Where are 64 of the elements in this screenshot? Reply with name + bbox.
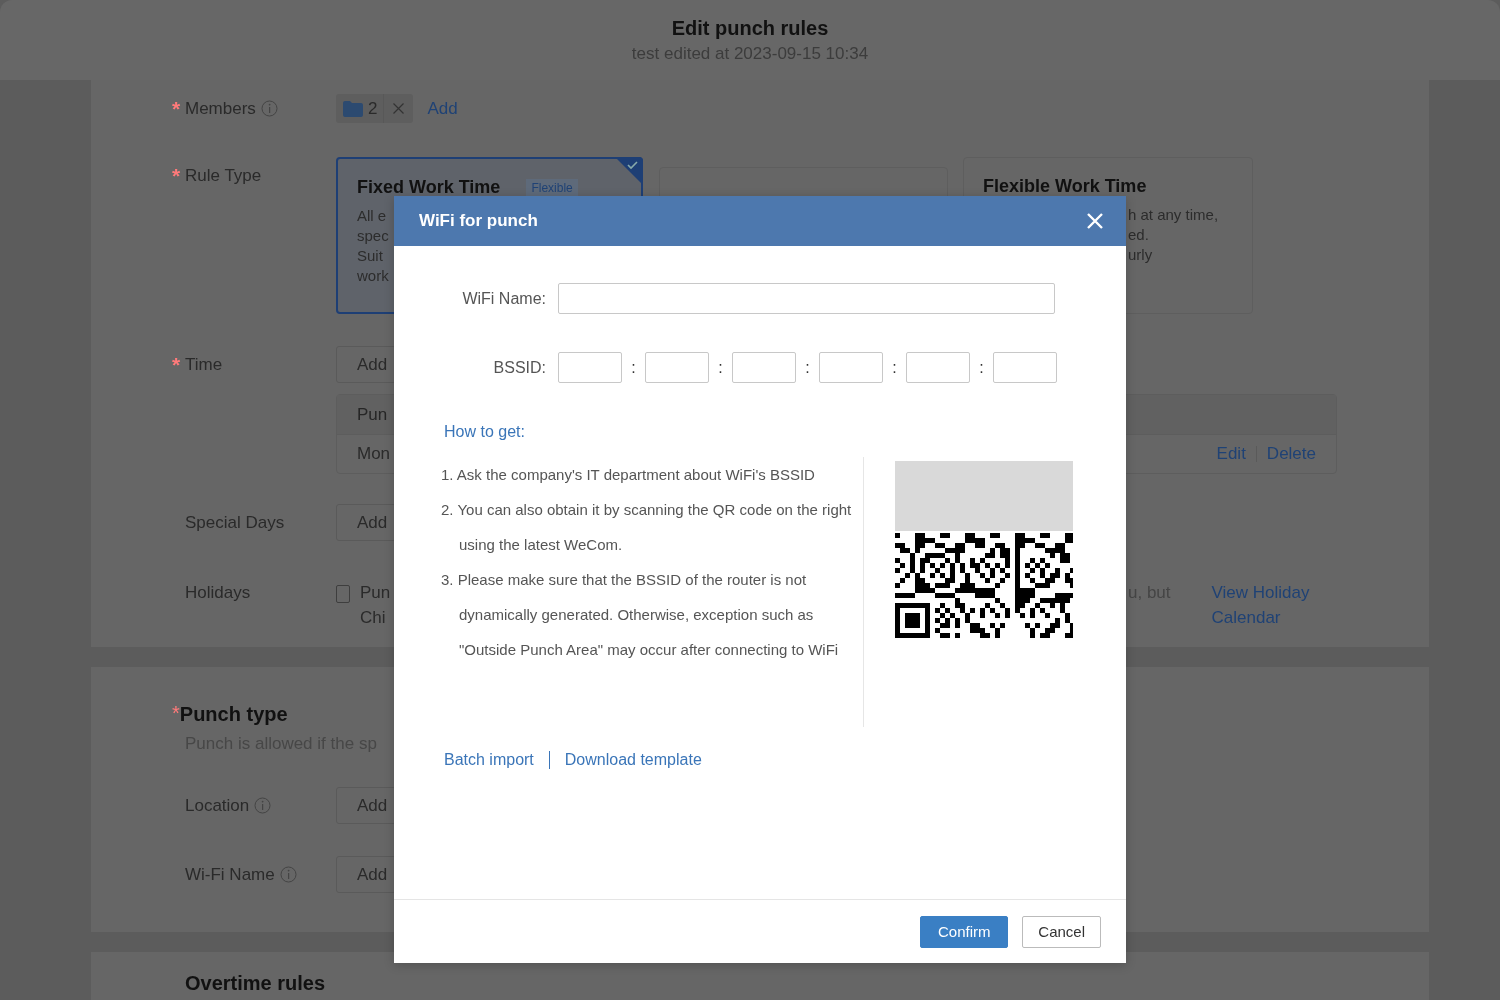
separator-text: : [804, 358, 811, 377]
separator-text: : [891, 358, 898, 377]
option-description: spec [357, 226, 389, 246]
bssid-field[interactable] [906, 352, 970, 383]
separator-text: : [717, 358, 724, 377]
add-button[interactable]: Add [336, 856, 396, 893]
option-description: work [357, 266, 389, 286]
dialog-title: WiFi for punch [419, 211, 538, 231]
field-label: Rule Type [185, 165, 262, 186]
instruction-step: 2. You can also obtain it by scanning the QR code on the right using the latest WeCom. [441, 492, 853, 562]
field-label: Holidays [185, 582, 251, 603]
option-description: Suit [357, 246, 383, 266]
separator-text: : [978, 358, 985, 377]
option-title: Flexible Work Time [983, 176, 1147, 197]
separator-text: : [630, 358, 637, 377]
wifi-name-field[interactable] [558, 283, 1055, 314]
field-label: WiFi Name: [461, 289, 547, 308]
info-icon [279, 866, 297, 883]
add-button[interactable]: Add [336, 787, 396, 824]
folder-icon [343, 100, 363, 117]
option-description: All e [357, 206, 387, 226]
info-icon [254, 797, 272, 814]
delete-link[interactable]: Delete [1266, 444, 1316, 464]
batch-import-link[interactable]: Batch import [444, 751, 534, 769]
holiday-text: Chi [360, 607, 386, 629]
instruction-step: 1. Ask the company's IT department about WiFi's BSSID [441, 457, 853, 492]
bssid-field[interactable] [645, 352, 709, 383]
field-label: Location [185, 795, 250, 816]
field-label: BSSID: [492, 358, 547, 377]
field-label: Special Days [185, 512, 285, 533]
add-link[interactable]: Add [427, 94, 458, 123]
bssid-field[interactable] [819, 352, 883, 383]
add-button[interactable]: Add [336, 346, 396, 383]
checkbox[interactable] [336, 585, 350, 603]
how-to-get-link[interactable]: How to get: [444, 423, 525, 441]
required-mark: * [172, 164, 181, 187]
field-label: Wi-Fi Name [185, 864, 275, 885]
info-icon [260, 100, 278, 117]
page-title: Edit punch rules [671, 16, 829, 40]
field-label: Time [185, 354, 223, 375]
edit-link[interactable]: Edit [1216, 444, 1246, 464]
bssid-field[interactable] [732, 352, 796, 383]
table-header: Pun [357, 404, 388, 425]
holiday-text: Pun [360, 582, 391, 604]
required-mark: * [172, 97, 181, 120]
required-mark: * [172, 353, 181, 376]
section-title: Overtime rules [184, 972, 327, 995]
section-title: Punch type [179, 703, 288, 726]
field-label: Members [185, 98, 256, 119]
bssid-field[interactable] [993, 352, 1057, 383]
option-description: h at any time, [1128, 205, 1219, 225]
option-tag: Flexible [526, 178, 578, 197]
bssid-field[interactable] [558, 352, 622, 383]
download-template-link[interactable]: Download template [564, 751, 702, 769]
confirm-button[interactable]: Confirm [920, 915, 1009, 948]
option-title: Fixed Work Time [357, 177, 501, 198]
cancel-button[interactable]: Cancel [1022, 915, 1101, 948]
required-mark: * [172, 703, 180, 726]
add-button[interactable]: Add [336, 504, 396, 541]
table-cell: Mon [357, 444, 391, 464]
holiday-calendar-link[interactable]: View Holiday Calendar [1211, 580, 1327, 630]
instruction-step: 3. Please make sure that the BSSID of the router is not dynamically generated. Otherwise, exception such as "Outside Punch Area" may occur after connecting to WiFi [441, 562, 853, 667]
option-description: ed. [1128, 225, 1149, 245]
option-description: urly [1128, 245, 1153, 265]
